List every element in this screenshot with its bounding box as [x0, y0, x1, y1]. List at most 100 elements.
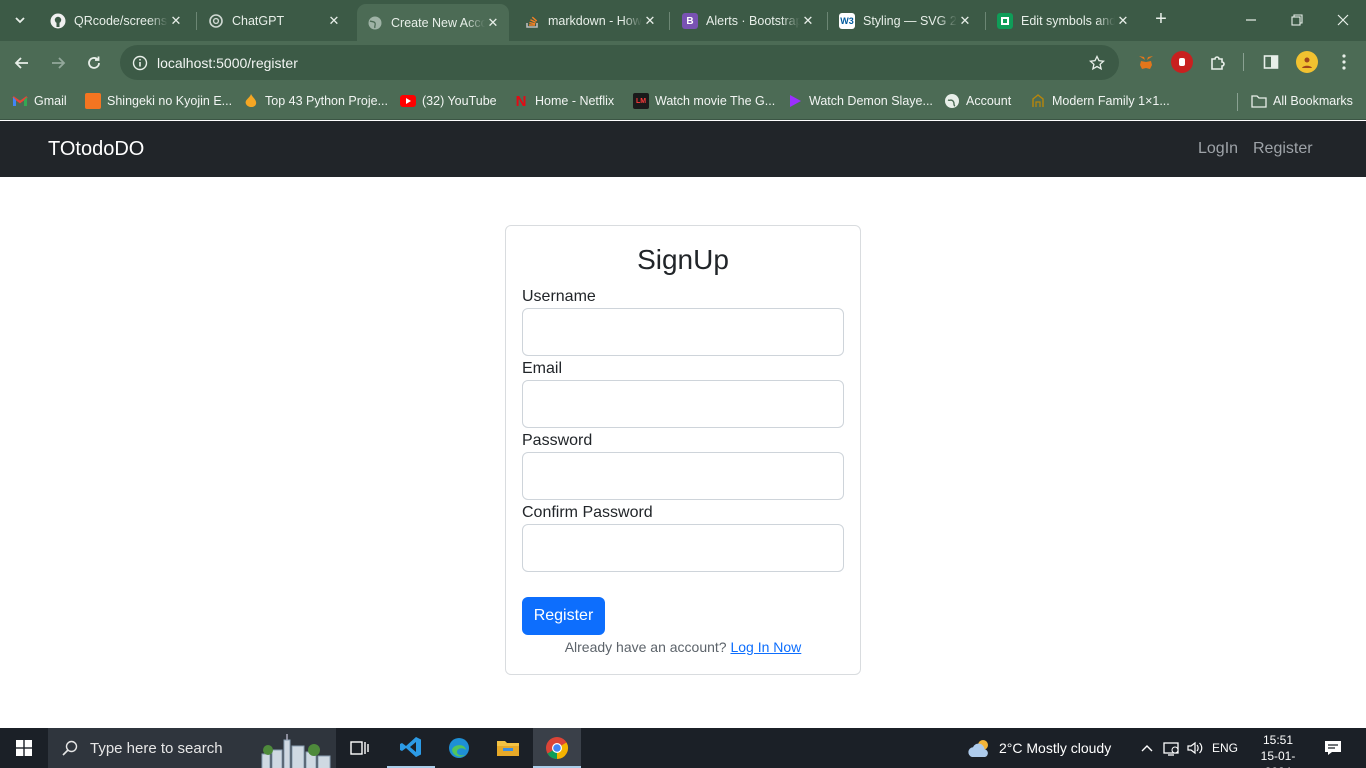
- bookmark-label: Watch Demon Slaye...: [809, 94, 933, 108]
- profile-avatar-icon[interactable]: [1296, 51, 1318, 73]
- browser-tab-create-account[interactable]: Create New Acco ✕: [357, 4, 509, 41]
- metamask-icon[interactable]: [1135, 51, 1157, 73]
- close-tab-icon[interactable]: ✕: [326, 13, 342, 29]
- address-bar[interactable]: localhost:5000/register: [120, 45, 1119, 80]
- bookmark-modern-family[interactable]: Modern Family 1×1...: [1030, 91, 1170, 111]
- bookmark-demon-slayer[interactable]: Watch Demon Slaye...: [787, 91, 933, 111]
- back-arrow-icon[interactable]: [9, 50, 35, 76]
- adblock-hand-icon[interactable]: [1171, 51, 1193, 73]
- username-label: Username: [522, 288, 596, 305]
- email-label: Email: [522, 360, 563, 377]
- browser-toolbar: localhost:5000/register: [0, 41, 1366, 83]
- file-explorer-icon[interactable]: [484, 728, 532, 768]
- bookmark-label: Account: [966, 94, 1012, 108]
- account-circle-icon: [944, 93, 960, 109]
- close-tab-icon[interactable]: ✕: [642, 13, 658, 29]
- brand-logo-text[interactable]: TOtodoDO: [48, 138, 144, 161]
- film-icon: [1030, 93, 1046, 109]
- app-navbar: TOtodoDO LogIn Register: [0, 121, 1366, 177]
- language-indicator[interactable]: ENG: [1212, 741, 1238, 755]
- confirm-password-field[interactable]: [522, 524, 844, 572]
- site-info-icon[interactable]: [130, 53, 150, 73]
- nav-login-link[interactable]: LogIn: [1198, 140, 1238, 158]
- volume-icon[interactable]: [1184, 728, 1206, 768]
- browser-tab-chatgpt[interactable]: ChatGPT ✕: [198, 6, 350, 36]
- close-tab-icon[interactable]: ✕: [1115, 13, 1131, 29]
- all-bookmarks-button[interactable]: All Bookmarks: [1251, 91, 1353, 111]
- taskbar-search-box[interactable]: Type here to search: [48, 728, 336, 768]
- windows-taskbar: Type here to search 2°C Mostly cloudy EN…: [0, 728, 1366, 768]
- chrome-menu-icon[interactable]: [1333, 51, 1355, 73]
- browser-tab-qrcode[interactable]: QRcode/screensh ✕: [40, 6, 192, 36]
- close-tab-icon[interactable]: ✕: [485, 15, 501, 31]
- browser-tab-markdown[interactable]: markdown - How ✕: [514, 6, 666, 36]
- forward-arrow-icon[interactable]: [45, 50, 71, 76]
- browser-tab-edit-symbols[interactable]: Edit symbols and ✕: [987, 6, 1139, 36]
- tab-title: Alerts · Bootstrap: [706, 14, 800, 28]
- close-tab-icon[interactable]: ✕: [957, 13, 973, 29]
- taskbar-clock[interactable]: 15:51 15-01-2024: [1252, 732, 1304, 768]
- weather-cloud-icon[interactable]: [966, 728, 994, 768]
- username-field[interactable]: [522, 308, 844, 356]
- close-tab-icon[interactable]: ✕: [800, 13, 816, 29]
- bookmark-account[interactable]: Account: [944, 91, 1011, 111]
- url-text[interactable]: localhost:5000/register: [157, 55, 298, 71]
- bookmark-youtube[interactable]: (32) YouTube: [400, 91, 497, 111]
- all-bookmarks-label: All Bookmarks: [1273, 94, 1353, 108]
- email-field[interactable]: [522, 380, 844, 428]
- restore-icon[interactable]: [1285, 8, 1309, 32]
- minimize-icon[interactable]: [1239, 8, 1263, 32]
- nav-register-link[interactable]: Register: [1253, 140, 1313, 158]
- globe-icon: [367, 15, 383, 31]
- bookmark-netflix[interactable]: N Home - Netflix: [513, 91, 615, 111]
- page-title: SignUp: [637, 244, 729, 275]
- new-tab-icon[interactable]: +: [1150, 9, 1172, 31]
- w3c-icon: W3: [839, 13, 855, 29]
- weather-text[interactable]: 2°C Mostly cloudy: [999, 740, 1111, 756]
- bookmark-gmail[interactable]: Gmail: [12, 91, 67, 111]
- browser-tab-svg-styling[interactable]: W3 Styling — SVG 2 ✕: [829, 6, 981, 36]
- signup-card: SignUp Username Email Password Confirm P…: [505, 225, 861, 675]
- clock-date: 15-01-2024: [1260, 749, 1296, 768]
- close-window-icon[interactable]: [1331, 8, 1355, 32]
- tab-search-icon[interactable]: [6, 6, 34, 34]
- login-prompt: Already have an account? Log In Now: [506, 639, 860, 655]
- extensions-puzzle-icon[interactable]: [1207, 51, 1229, 73]
- browser-tab-bootstrap-alerts[interactable]: B Alerts · Bootstrap ✕: [672, 6, 824, 36]
- youtube-icon: [400, 93, 416, 109]
- reload-icon[interactable]: [81, 50, 107, 76]
- password-field[interactable]: [522, 452, 844, 500]
- register-button[interactable]: Register: [522, 597, 605, 635]
- bookmark-label: Watch movie The G...: [655, 94, 776, 108]
- crunchy-icon: [85, 93, 101, 109]
- password-label: Password: [522, 432, 593, 449]
- bootstrap-icon: B: [682, 13, 698, 29]
- bookmark-star-icon[interactable]: [1087, 53, 1107, 73]
- task-view-icon[interactable]: [336, 728, 384, 768]
- bookmark-label: Gmail: [34, 94, 67, 108]
- search-highlight-image-icon: [258, 732, 334, 768]
- bookmark-shingeki[interactable]: Shingeki no Kyojin E...: [85, 91, 232, 111]
- login-now-link[interactable]: Log In Now: [730, 639, 801, 655]
- notifications-icon[interactable]: [1318, 728, 1348, 768]
- edge-icon[interactable]: [435, 728, 483, 768]
- tab-title: markdown - How: [548, 14, 642, 28]
- tab-title: ChatGPT: [232, 14, 285, 28]
- green-doc-icon: [997, 13, 1013, 29]
- side-panel-icon[interactable]: [1260, 51, 1282, 73]
- bookmark-label: Shingeki no Kyojin E...: [107, 94, 233, 108]
- bookmark-label: Modern Family 1×1...: [1052, 94, 1170, 108]
- network-icon[interactable]: [1160, 728, 1182, 768]
- bookmark-python-projects[interactable]: Top 43 Python Proje...: [243, 91, 388, 111]
- bookmark-watch-movie[interactable]: LM Watch movie The G...: [633, 91, 775, 111]
- vscode-icon[interactable]: [387, 728, 435, 768]
- tab-title: Edit symbols and: [1021, 14, 1115, 28]
- already-have-account-text: Already have an account?: [564, 639, 727, 655]
- windows-start-icon[interactable]: [0, 728, 48, 768]
- bookmark-label: (32) YouTube: [422, 94, 497, 108]
- chevron-up-icon[interactable]: [1137, 728, 1157, 768]
- chrome-taskbar-button[interactable]: [533, 728, 581, 768]
- netflix-icon: N: [515, 92, 527, 110]
- chatgpt-icon: [208, 13, 224, 29]
- close-tab-icon[interactable]: ✕: [168, 13, 184, 29]
